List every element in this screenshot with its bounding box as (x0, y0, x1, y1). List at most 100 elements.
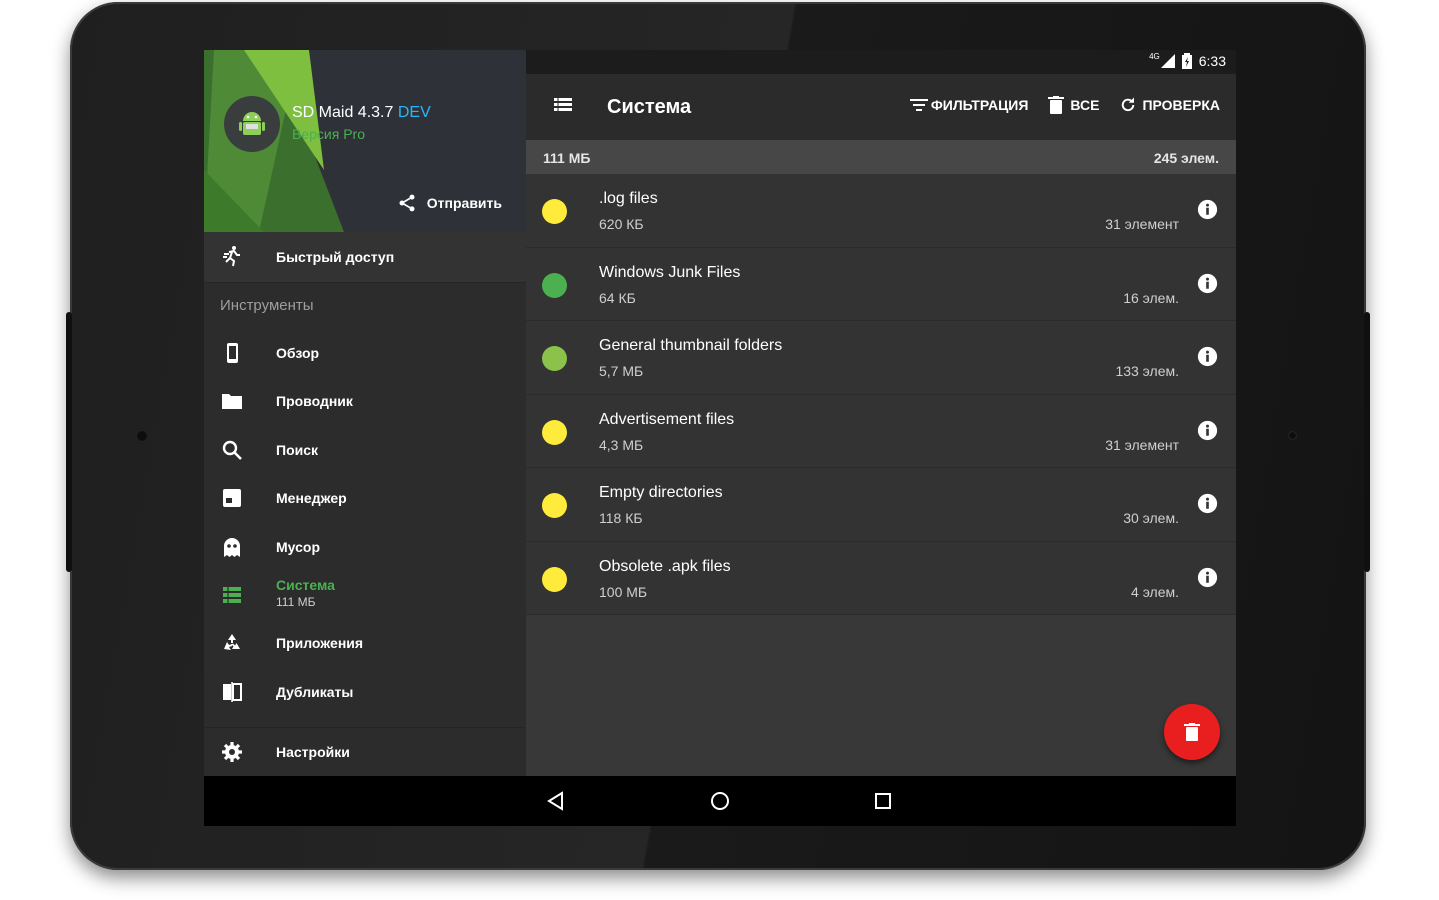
item-size: 5,7 МБ (599, 363, 644, 379)
page-title: Система (607, 96, 692, 118)
drawer-label-apps: Приложения (276, 635, 364, 651)
sensor (1288, 431, 1297, 440)
refresh-icon (1122, 97, 1135, 112)
app-manager-icon (223, 489, 241, 507)
list-icon (223, 587, 241, 603)
info-icon[interactable] (1197, 346, 1218, 367)
list-item[interactable]: Advertisement files 4,3 МБ 31 элемент (526, 394, 1236, 468)
summary-bar: 111 МБ 245 элем. (526, 140, 1236, 174)
signal-icon (1160, 54, 1175, 68)
duplicates-icon (223, 682, 242, 702)
drawer-item-junk[interactable]: Мусор (204, 523, 526, 571)
total-size: 111 МБ (543, 150, 591, 166)
info-icon[interactable] (1197, 273, 1218, 294)
recycle-icon (224, 634, 240, 650)
drawer-item-quick-access[interactable]: Быстрый доступ (204, 232, 526, 282)
scan-label: ПРОВЕРКА (1142, 97, 1220, 113)
item-name: Empty directories (599, 484, 723, 501)
drawer-label-duplicates: Дубликаты (276, 684, 354, 700)
list-item[interactable]: Obsolete .apk files 100 МБ 4 элем. (526, 541, 1236, 615)
item-size: 620 КБ (599, 216, 644, 232)
item-size: 64 КБ (599, 289, 636, 306)
clock: 6:33 (1198, 53, 1226, 69)
network-type: 4G (1149, 51, 1160, 61)
drawer-label-system: Система (276, 577, 335, 593)
status-dot (542, 346, 567, 371)
item-size: 4,3 МБ (599, 436, 644, 453)
app-edition: Версия Pro (292, 126, 365, 142)
ghost-icon (224, 538, 240, 557)
navigation-drawer: SD Maid 4.3.7 DEV Версия Pro Отправить Б… (204, 50, 526, 776)
item-size: 100 МБ (599, 583, 648, 600)
divider (204, 282, 526, 283)
drawer-header: SD Maid 4.3.7 DEV Версия Pro Отправить (204, 50, 526, 232)
back-icon[interactable] (545, 790, 567, 812)
info-icon[interactable] (1197, 199, 1218, 220)
item-name: .log files (599, 190, 658, 207)
item-name: General thumbnail folders (599, 337, 783, 354)
drawer-label-settings: Настройки (276, 744, 350, 760)
list-view-icon[interactable] (554, 97, 572, 113)
filter-button[interactable]: ФИЛЬТРАЦИЯ (909, 97, 1029, 113)
section-title-tools: Инструменты (220, 297, 314, 314)
list-item[interactable]: Windows Junk Files 64 КБ 16 элем. (526, 247, 1236, 321)
folder-icon (222, 394, 242, 409)
filter-label: ФИЛЬТРАЦИЯ (930, 97, 1029, 113)
toolbar: Система ФИЛЬТРАЦИЯ ВСЕ ПРОВЕРКА (526, 74, 1236, 140)
share-label: Отправить (426, 195, 502, 211)
status-dot (542, 493, 567, 518)
drawer-item-manager[interactable]: Менеджер (204, 474, 526, 522)
drawer-label-overview: Обзор (276, 345, 320, 361)
filter-list: .log files 620 КБ 31 элемент Windows Jun… (526, 174, 1236, 615)
item-count: 133 элем. (1115, 363, 1179, 379)
home-icon[interactable] (709, 790, 731, 812)
item-count: 31 элемент (1105, 216, 1179, 232)
share-button[interactable]: Отправить (397, 193, 502, 213)
info-icon[interactable] (1197, 493, 1218, 514)
drawer-label-explorer: Проводник (276, 393, 353, 409)
item-count: 30 элем. (1123, 510, 1179, 526)
item-count: 16 элем. (1123, 289, 1179, 306)
item-name: Windows Junk Files (599, 263, 741, 281)
item-count: 4 элем. (1131, 583, 1179, 600)
drawer-item-apps[interactable]: Приложения (204, 619, 526, 667)
recents-icon[interactable] (872, 790, 894, 812)
list-item[interactable]: .log files 620 КБ 31 элемент (526, 174, 1236, 248)
running-man-icon (223, 246, 240, 267)
status-dot (542, 199, 567, 224)
drawer-item-search[interactable]: Поиск (204, 426, 526, 474)
avatar[interactable] (224, 96, 280, 152)
total-count: 245 элем. (1153, 150, 1219, 166)
drawer-item-explorer[interactable]: Проводник (204, 377, 526, 425)
tablet-edge-right (1364, 312, 1370, 572)
drawer-sublabel-system: 111 МБ (276, 595, 316, 609)
delete-all-label: ВСЕ (1070, 97, 1100, 113)
info-icon[interactable] (1197, 420, 1218, 441)
delete-fab-button[interactable] (1164, 704, 1220, 760)
front-camera (136, 430, 148, 442)
status-bar: 4G 6:33 (526, 50, 1236, 74)
item-name: Advertisement files (599, 410, 735, 428)
item-name: Obsolete .apk files (599, 557, 731, 575)
delete-all-button[interactable]: ВСЕ (1048, 96, 1099, 114)
drawer-item-settings[interactable]: Настройки (204, 728, 526, 776)
phone-icon (227, 343, 238, 363)
drawer-label-junk: Мусор (276, 539, 320, 555)
list-item[interactable]: Empty directories 118 КБ 30 элем. (526, 468, 1236, 542)
drawer-label-manager: Менеджер (276, 490, 347, 506)
status-dot (542, 419, 567, 445)
status-dot (542, 272, 567, 298)
drawer-item-system[interactable]: Система 111 МБ (204, 571, 526, 619)
gear-icon (222, 742, 242, 762)
list-item[interactable]: General thumbnail folders 5,7 МБ 133 эле… (526, 321, 1236, 395)
trash-icon (1048, 96, 1065, 114)
dev-tag: DEV (397, 104, 431, 121)
scan-button[interactable]: ПРОВЕРКА (1119, 96, 1220, 114)
item-count: 31 элемент (1105, 436, 1179, 453)
drawer-item-duplicates[interactable]: Дубликаты (204, 668, 526, 716)
status-dot (542, 566, 567, 592)
info-icon[interactable] (1197, 567, 1218, 588)
drawer-item-overview[interactable]: Обзор (204, 329, 526, 377)
item-size: 118 КБ (599, 510, 643, 526)
filter-icon (909, 99, 928, 111)
